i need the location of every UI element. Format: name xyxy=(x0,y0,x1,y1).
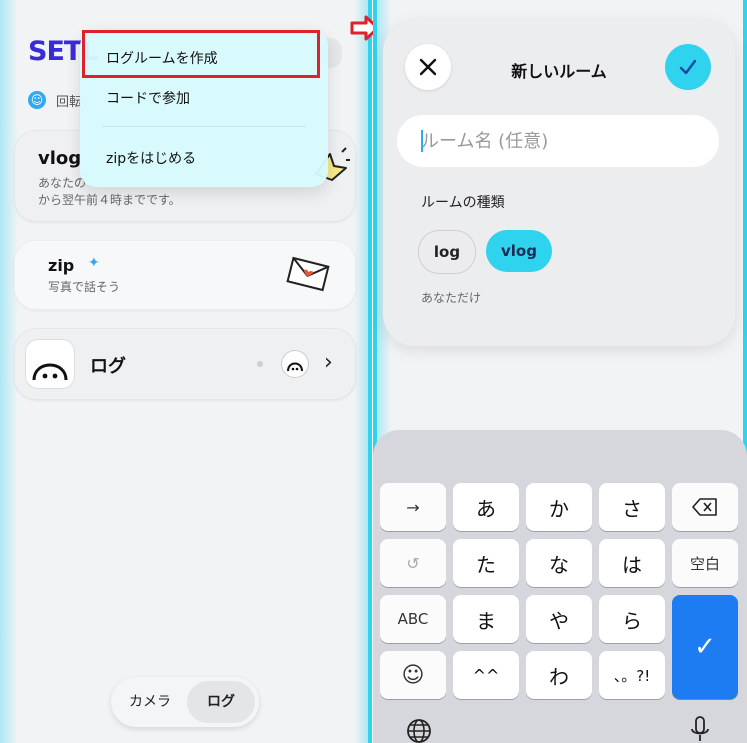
key-ha[interactable]: は xyxy=(599,539,665,587)
zip-card-title: zip xyxy=(48,256,75,275)
key-kaomoji[interactable]: ^^ xyxy=(453,651,519,699)
dot-indicator xyxy=(257,361,263,367)
type-option-log[interactable]: log xyxy=(418,230,476,274)
enter-key[interactable]: ✓ xyxy=(672,595,738,699)
confirm-button[interactable] xyxy=(665,44,711,90)
right-screen: 新しいルーム ルームの種類 log vlog あなただけ → あ か さ ↺ た… xyxy=(373,0,747,743)
key-wa[interactable]: わ xyxy=(526,651,592,699)
backspace-icon xyxy=(692,498,717,516)
key-ra[interactable]: ら xyxy=(599,595,665,643)
globe-icon[interactable] xyxy=(405,717,433,743)
left-screen: SETL ☺ 回転 vlog あなたの から翌午前４時までです。 zip ✦ 写… xyxy=(0,0,372,743)
room-name-input[interactable] xyxy=(397,115,719,167)
mode-switch: カメラ ログ xyxy=(111,677,259,727)
vlog-card-title: vlog xyxy=(38,148,82,169)
key-punctuation[interactable]: 、。?! xyxy=(599,651,665,699)
sparkle-icon: ✦ xyxy=(88,255,100,271)
tab-camera[interactable]: カメラ xyxy=(115,677,185,727)
key-arrow[interactable]: → xyxy=(380,483,446,531)
envelope-icon xyxy=(286,256,330,292)
new-room-dialog: 新しいルーム ルームの種類 log vlog あなただけ xyxy=(383,20,735,346)
key-space[interactable]: 空白 xyxy=(672,539,738,587)
zip-card-subtitle: 写真で話そう xyxy=(48,280,121,294)
key-abc[interactable]: ABC xyxy=(380,595,446,643)
microphone-icon[interactable] xyxy=(689,715,711,743)
menu-item-start-zip[interactable]: zipをはじめる xyxy=(106,148,196,168)
member-avatar xyxy=(282,351,308,377)
highlight-box xyxy=(82,30,320,78)
tab-log[interactable]: ログ xyxy=(187,681,255,723)
vlog-card-desc-line1: あなたの xyxy=(38,176,87,190)
smile-icon: ☺ xyxy=(28,91,46,109)
keyboard: → あ か さ ↺ た な は 空白 ABC ま や ら ☺ ^^ わ 、。?!… xyxy=(373,430,747,743)
chevron-right-icon: › xyxy=(324,350,333,375)
zip-card[interactable]: zip ✦ 写真で話そう xyxy=(14,240,356,310)
key-ta[interactable]: た xyxy=(453,539,519,587)
key-sa[interactable]: さ xyxy=(599,483,665,531)
key-undo[interactable]: ↺ xyxy=(380,539,446,587)
key-na[interactable]: な xyxy=(526,539,592,587)
vlog-card-desc-line2: から翌午前４時までです。 xyxy=(38,193,181,207)
menu-item-join-by-code[interactable]: コードで参加 xyxy=(106,88,190,108)
key-emoji[interactable]: ☺ xyxy=(380,651,446,699)
text-caret xyxy=(421,130,423,152)
key-ya[interactable]: や xyxy=(526,595,592,643)
type-option-vlog[interactable]: vlog xyxy=(486,230,552,272)
key-ma[interactable]: ま xyxy=(453,595,519,643)
key-a[interactable]: あ xyxy=(453,483,519,531)
log-room-avatar xyxy=(26,340,74,388)
log-room-row[interactable]: ログ › xyxy=(14,328,356,400)
panel-edge xyxy=(368,0,372,743)
visibility-note: あなただけ xyxy=(421,291,482,305)
room-type-label: ルームの種類 xyxy=(421,195,505,211)
status-text: 回転 xyxy=(56,95,83,110)
key-ka[interactable]: か xyxy=(526,483,592,531)
menu-divider xyxy=(102,126,306,127)
check-icon xyxy=(679,59,697,75)
backspace-key[interactable] xyxy=(672,483,738,531)
log-room-title: ログ xyxy=(90,356,126,377)
